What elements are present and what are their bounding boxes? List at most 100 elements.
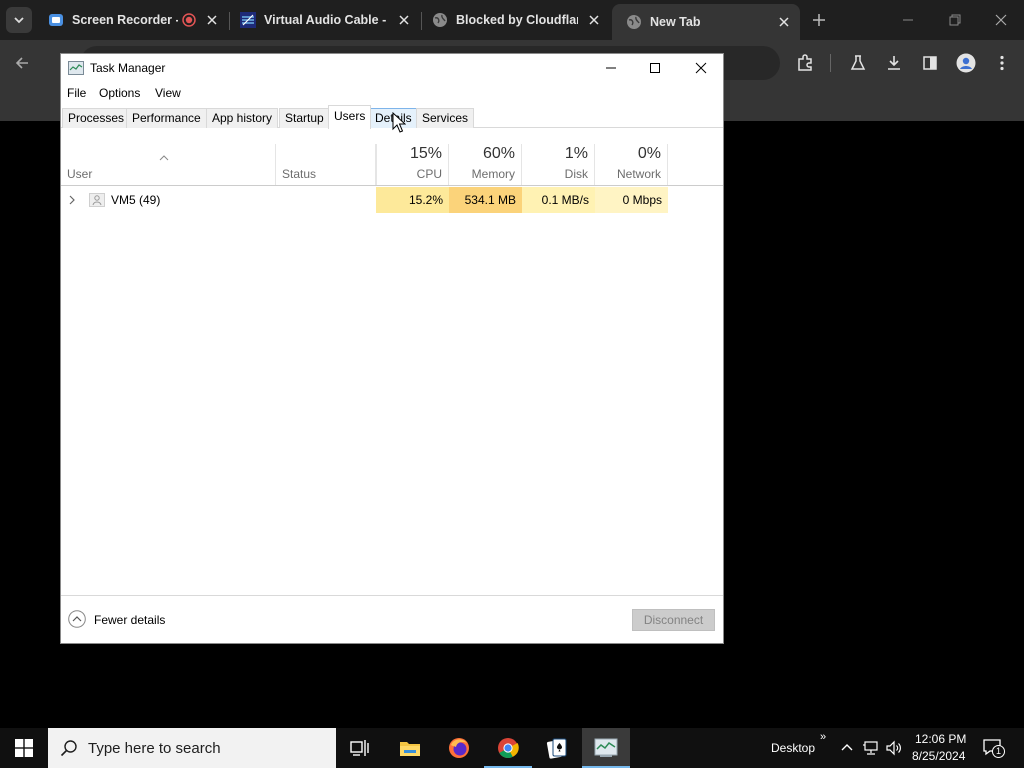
notification-badge: 1 [992, 745, 1005, 758]
new-tab-icon[interactable] [810, 11, 828, 29]
column-header-memory[interactable]: 60% Memory [449, 144, 522, 185]
sort-ascending-icon [159, 155, 169, 161]
taskbar-search-box[interactable]: Type here to search [48, 728, 336, 768]
start-button[interactable] [0, 728, 48, 768]
download-icon[interactable] [885, 54, 903, 72]
menu-bar: File Options View [61, 82, 723, 104]
tab-title: New Tab [650, 15, 701, 29]
column-header-status[interactable]: Status [276, 144, 376, 185]
menu-file[interactable]: File [67, 86, 86, 100]
tab-close-icon[interactable] [586, 12, 602, 28]
user-name: VM5 (49) [111, 193, 161, 207]
toolbar-expand-icon[interactable]: » [820, 731, 826, 743]
column-header-cpu[interactable]: 15% CPU [376, 144, 449, 185]
mouse-cursor-icon [392, 112, 406, 133]
menu-view[interactable]: View [155, 86, 181, 100]
firefox-button[interactable] [435, 728, 483, 768]
column-label: Disk [564, 167, 588, 181]
network-percent: 0% [637, 145, 661, 162]
column-header-network[interactable]: 0% Network [595, 144, 668, 185]
profile-icon[interactable] [956, 53, 976, 73]
task-manager-button[interactable] [582, 728, 630, 768]
desktop-toolbar-label[interactable]: Desktop [771, 741, 815, 755]
close-icon[interactable] [991, 10, 1011, 30]
tab-processes[interactable]: Processes [62, 108, 131, 128]
cpu-percent: 15% [409, 145, 442, 162]
minimize-icon [606, 67, 616, 69]
window-title: Task Manager [90, 61, 166, 75]
network-icon[interactable] [862, 739, 880, 757]
users-table: User Status 15% CPU 60% Memory 1% Disk 0… [61, 130, 723, 595]
chrome-button[interactable] [484, 728, 532, 768]
tab-close-icon[interactable] [204, 12, 220, 28]
task-manager-titlebar[interactable]: Task Manager [61, 54, 723, 82]
globe-icon [433, 13, 447, 27]
chevron-down-icon [14, 17, 24, 24]
disconnect-button[interactable]: Disconnect [632, 609, 715, 631]
screen-recorder-icon [49, 14, 63, 26]
column-header-disk[interactable]: 1% Disk [522, 144, 595, 185]
windows-logo-icon [15, 739, 33, 757]
chrome-tab-screen-recorder[interactable]: Screen Recorder - [34, 4, 228, 36]
tab-search-button[interactable] [6, 7, 32, 33]
fewer-details-link[interactable]: Fewer details [94, 613, 165, 627]
chrome-tab-blocked-by-cloudflare[interactable]: Blocked by Cloudflare [418, 4, 610, 36]
memory-percent: 60% [482, 145, 515, 162]
tab-users[interactable]: Users [328, 105, 372, 129]
file-explorer-icon [400, 742, 420, 756]
task-view-button[interactable] [336, 728, 384, 768]
minimize-button[interactable] [588, 54, 634, 82]
tab-performance[interactable]: Performance [126, 108, 207, 128]
task-view-icon [350, 740, 369, 756]
solitaire-icon [546, 738, 567, 759]
side-panel-icon[interactable] [921, 54, 939, 72]
file-explorer-button[interactable] [386, 728, 434, 768]
firefox-icon [449, 738, 469, 758]
volume-icon[interactable] [885, 739, 903, 757]
task-manager-window: Task Manager File Options View Processes… [60, 53, 724, 644]
tab-close-icon[interactable] [396, 12, 412, 28]
clock-time[interactable]: 12:06 PM [915, 732, 966, 746]
tab-close-icon[interactable] [776, 14, 792, 30]
menu-options[interactable]: Options [99, 86, 140, 100]
column-label: Network [616, 167, 661, 181]
disk-cell: 0.1 MB/s [522, 187, 595, 213]
chrome-tabstrip: Screen Recorder - Virtual Audio Cable - … [0, 0, 1024, 40]
restore-icon[interactable] [945, 10, 965, 30]
close-button[interactable] [678, 54, 724, 82]
chrome-tab-new-tab[interactable]: New Tab [612, 4, 800, 40]
network-cell: 0 Mbps [595, 187, 668, 213]
column-label: Memory [471, 167, 515, 181]
labs-icon[interactable] [849, 54, 867, 72]
taskbar: Type here to search Desktop » 12:06 PM 8… [0, 728, 1024, 768]
notification-button[interactable]: 1 [982, 738, 1005, 758]
footer-divider [61, 595, 723, 596]
tab-services[interactable]: Services [416, 108, 475, 128]
tab-startup[interactable]: Startup [279, 108, 330, 128]
tab-title: Blocked by Cloudflare [456, 13, 578, 27]
chrome-tab-virtual-audio-cable[interactable]: Virtual Audio Cable - [226, 4, 420, 36]
more-icon[interactable] [993, 54, 1011, 72]
chevron-up-circle-icon[interactable] [68, 610, 86, 628]
table-row[interactable]: VM5 (49) 15.2% 534.1 MB 0.1 MB/s 0 Mbps [61, 187, 723, 213]
clock-date[interactable]: 8/25/2024 [912, 749, 965, 763]
close-icon [695, 62, 707, 74]
recording-icon [182, 13, 196, 27]
extensions-icon[interactable] [796, 54, 814, 72]
back-icon[interactable] [13, 54, 31, 72]
column-label: CPU [416, 167, 442, 181]
column-label: Status [282, 167, 317, 181]
minimize-icon[interactable] [898, 10, 918, 30]
tab-app-history[interactable]: App history [206, 108, 279, 128]
solitaire-button[interactable] [533, 728, 581, 768]
header-divider [61, 185, 723, 186]
toolbar-separator [830, 54, 831, 72]
maximize-icon [650, 63, 660, 73]
virtual-audio-cable-icon [240, 12, 256, 28]
chevron-up-icon[interactable] [838, 739, 856, 757]
maximize-button[interactable] [632, 54, 678, 82]
tab-title: Screen Recorder - [72, 13, 178, 27]
chevron-right-icon[interactable] [67, 195, 77, 205]
column-header-user[interactable]: User [61, 144, 276, 185]
search-placeholder: Type here to search [88, 740, 221, 757]
